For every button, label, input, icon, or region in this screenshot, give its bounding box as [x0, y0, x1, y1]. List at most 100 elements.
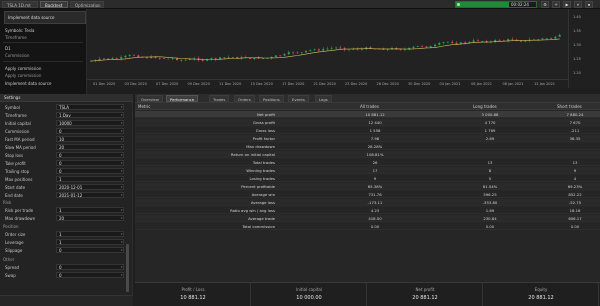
sidebar-item-implement-data-source[interactable]: Implement data source [5, 81, 51, 86]
setting-value-input[interactable]: 1 Day [56, 112, 124, 118]
sidebar-item-apply-commission-2[interactable]: Apply commission [5, 73, 41, 78]
setting-value-input[interactable]: 2021-01-12 [56, 192, 124, 198]
pause-button[interactable]: ⏸ [574, 1, 582, 8]
setting-row: Commission 0 ▾ [0, 128, 128, 135]
table-row[interactable]: Profit factor 7.98 2.69 36.35 [135, 135, 600, 142]
value-long: 230.84 [483, 216, 497, 221]
table-row[interactable]: Gross loss 1 558 1 769 -211 [135, 127, 600, 134]
col-metric[interactable]: Metric [138, 104, 150, 109]
results-tab[interactable]: Positions [259, 95, 284, 102]
setting-value-input[interactable]: 1 [56, 176, 124, 182]
spinner-icon[interactable]: ▾ [121, 153, 124, 157]
setting-value-input[interactable]: 10000 [56, 120, 124, 126]
setting-label: Slippage [5, 248, 23, 253]
setting-value-input[interactable]: 2020-12-01 [56, 184, 124, 190]
stop-button[interactable]: ⏹ [585, 1, 593, 8]
spinner-icon[interactable]: ▾ [121, 145, 124, 149]
setting-value-input[interactable]: 10 [56, 136, 124, 142]
spinner-icon[interactable]: ▾ [121, 273, 124, 277]
setting-value-input[interactable]: 1 [56, 231, 124, 237]
sidebar-item-commission[interactable]: Commission [5, 53, 29, 58]
time-tick: 17 Dec 2020 [282, 82, 305, 86]
value-short: 7 880.24 [566, 112, 584, 117]
spinner-icon[interactable]: ▾ [121, 113, 124, 117]
price-tick: 1.35 [573, 29, 581, 33]
table-row[interactable]: Total trades 26 13 13 [135, 159, 600, 166]
table-row[interactable]: Gross profit 12 440 4 770 7 670 [135, 119, 600, 126]
candle-body [137, 55, 140, 58]
value-all: 12 440 [368, 120, 382, 125]
setting-value-input[interactable]: 0 [56, 128, 124, 134]
table-row[interactable]: Average trade 418.50 230.84 606.17 [135, 215, 600, 222]
play-button[interactable]: ▶ [563, 1, 571, 8]
settings-button[interactable]: ⚙ [541, 1, 549, 8]
sidebar-item-apply-commission[interactable]: Apply commission [5, 66, 41, 71]
setting-value-input[interactable]: 0 [56, 152, 124, 158]
setting-value-input[interactable]: 0 [56, 272, 124, 278]
spinner-icon[interactable]: ▾ [121, 185, 124, 189]
results-tab[interactable]: Trades [209, 95, 230, 102]
spinner-icon[interactable]: ▾ [121, 240, 124, 244]
setting-row: Order size 1 ▾ [0, 231, 128, 238]
spinner-icon[interactable]: ▾ [121, 265, 124, 269]
metric-name: Return on initial capital [230, 152, 275, 157]
results-tab[interactable]: Logs [315, 95, 332, 102]
price-chart[interactable] [87, 9, 587, 88]
tab-0[interactable]: TSLA 1D.mt [2, 1, 38, 8]
results-tab[interactable]: Performance [166, 95, 199, 102]
setting-row: Trailing stop 0 ▾ [0, 168, 128, 175]
spinner-icon[interactable]: ▾ [121, 216, 124, 220]
results-tab[interactable]: Events [288, 95, 309, 102]
table-row[interactable]: Percent profitable 65.38% 61.54% 69.23% [135, 183, 600, 190]
spinner-icon[interactable]: ▾ [121, 248, 124, 252]
table-row[interactable]: Losing trades 9 5 4 [135, 175, 600, 182]
table-row[interactable]: Return on initial capital 108.81% [135, 151, 600, 158]
summary-value: 20 881.12 [412, 295, 438, 301]
results-tab[interactable]: Orders [234, 95, 255, 102]
table-row[interactable]: Winning trades 17 8 9 [135, 167, 600, 174]
setting-value-input[interactable]: 20 [56, 215, 124, 221]
spinner-icon[interactable]: ▾ [121, 137, 124, 141]
setting-label: Symbol [5, 105, 20, 110]
setting-value-input[interactable]: 0 [56, 247, 124, 253]
setting-value-input[interactable]: 20 [56, 144, 124, 150]
settings-panel: Settings Symbol TSLA ▾ Timeframe 1 Day ▾ Initi… [0, 94, 133, 306]
tab-2[interactable]: Optimization [70, 1, 104, 8]
setting-value-input[interactable]: 0 [56, 264, 124, 270]
setting-value-input[interactable]: 1 [56, 207, 124, 213]
settings-scrollbar[interactable] [126, 244, 129, 292]
sidebar-item-symbols[interactable]: Symbols: Tesla [5, 28, 34, 33]
setting-row: Leverage 1 ▾ [0, 239, 128, 246]
spinner-icon[interactable]: ▾ [121, 129, 124, 133]
col-short[interactable]: Short trades [557, 104, 582, 109]
table-row[interactable]: Max drawdown 28.28% [135, 143, 600, 150]
setting-value-input[interactable]: 0 [56, 160, 124, 166]
results-tab[interactable]: Overview [137, 95, 163, 102]
spinner-icon[interactable]: ▾ [121, 177, 124, 181]
col-all[interactable]: All trades [360, 104, 379, 109]
candle-body [481, 41, 484, 42]
add-button[interactable]: + [552, 1, 560, 8]
candlestick-chart [90, 33, 561, 63]
spinner-icon[interactable]: ▾ [121, 105, 124, 109]
table-row[interactable]: Ratio avg win / avg loss 4.23 1.69 16.16 [135, 207, 600, 214]
spinner-icon[interactable]: ▾ [121, 121, 124, 125]
popup-menu[interactable]: Implement data source [4, 11, 86, 24]
table-row[interactable]: Average win 731.76 596.25 852.22 [135, 191, 600, 198]
col-long[interactable]: Long trades [473, 104, 497, 109]
spinner-icon[interactable]: ▾ [121, 232, 124, 236]
table-row[interactable]: Average loss -173.11 -353.80 -52.75 [135, 199, 600, 206]
sidebar-item-d1[interactable]: D1 [5, 46, 11, 51]
setting-value-input[interactable]: 1 [56, 239, 124, 245]
tab-1[interactable]: Backtest [40, 1, 68, 8]
spinner-icon[interactable]: ▾ [121, 161, 124, 165]
setting-value-input[interactable]: 0 [56, 168, 124, 174]
setting-value-input[interactable]: TSLA [56, 104, 124, 110]
spinner-icon[interactable]: ▾ [121, 208, 124, 212]
popup-menu-item[interactable]: Implement data source [8, 15, 54, 20]
table-row[interactable]: Total commission 0.00 0.00 0.00 [135, 223, 600, 230]
sidebar-item-timeframe[interactable]: Timeframe [5, 35, 27, 40]
table-row[interactable]: Net profit 10 881.12 3 000.88 7 880.24 [135, 111, 600, 118]
spinner-icon[interactable]: ▾ [121, 193, 124, 197]
spinner-icon[interactable]: ▾ [121, 169, 124, 173]
